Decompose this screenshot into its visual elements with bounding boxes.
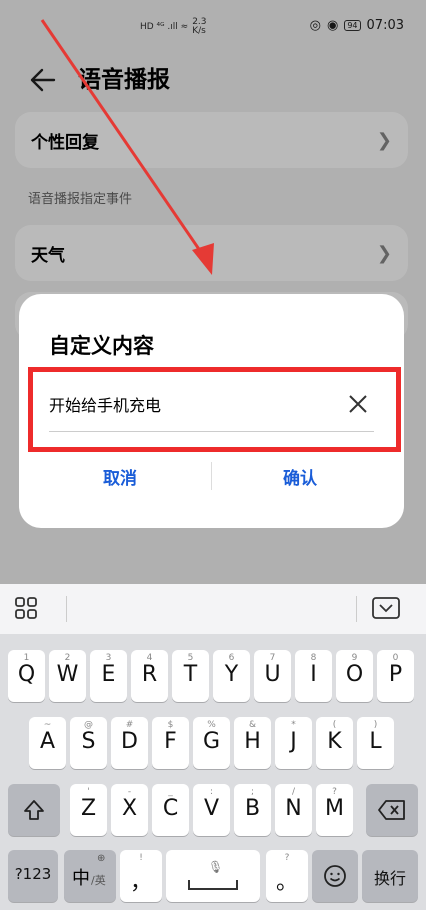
key-k[interactable]: (K: [316, 717, 353, 769]
key-p[interactable]: 0P: [377, 650, 414, 702]
key-label: C: [162, 796, 179, 821]
backspace-key[interactable]: [366, 784, 418, 836]
numbers-key[interactable]: ?123: [8, 850, 58, 902]
space-bar-icon: [188, 880, 238, 890]
key-t[interactable]: 5T: [172, 650, 209, 702]
confirm-button[interactable]: 确认: [205, 464, 395, 489]
key-label: Y: [224, 662, 239, 687]
key-h[interactable]: & H: [234, 717, 271, 769]
key-label: L: [369, 729, 382, 754]
key-label: D: [121, 729, 138, 754]
language-switch-key[interactable]: 中 /英 ⊕: [64, 850, 116, 902]
key-o[interactable]: 9O: [336, 650, 373, 702]
key-x[interactable]: -X: [111, 784, 148, 836]
key-w[interactable]: 2W: [49, 650, 86, 702]
emoji-key[interactable]: [312, 850, 358, 902]
key-f[interactable]: $ F: [152, 717, 189, 769]
key-label: I: [310, 662, 317, 687]
key-label: N: [285, 796, 302, 821]
shift-key[interactable]: [8, 784, 60, 836]
backspace-icon: [378, 800, 405, 820]
key-label: H: [244, 729, 261, 754]
cancel-button[interactable]: 取消: [25, 464, 215, 489]
collapse-keyboard-icon[interactable]: [372, 597, 400, 619]
key-j[interactable]: * J: [275, 717, 312, 769]
key-c[interactable]: _ C: [152, 784, 189, 836]
toolbar-divider: [66, 596, 67, 622]
key-label: B: [244, 796, 261, 821]
key-label: S: [81, 729, 96, 754]
key-label: P: [388, 662, 403, 687]
key-y[interactable]: 6Y: [213, 650, 250, 702]
key-d[interactable]: # D: [111, 717, 148, 769]
comma-key[interactable]: ! ，: [120, 850, 162, 902]
key-label: A: [39, 729, 56, 754]
key-label: T: [183, 662, 198, 687]
key-label: Q: [17, 662, 36, 687]
key-label: O: [345, 662, 364, 687]
key-label: J: [290, 729, 297, 754]
key-m[interactable]: ? M: [316, 784, 353, 836]
key-v[interactable]: :V: [193, 784, 230, 836]
key-label: V: [203, 796, 220, 821]
key-label: F: [164, 729, 177, 754]
key-label: X: [121, 796, 138, 821]
shift-icon: [24, 800, 44, 820]
key-u[interactable]: 7U: [254, 650, 291, 702]
key-label: W: [56, 662, 79, 687]
key-l[interactable]: ) L: [357, 717, 394, 769]
globe-icon: ⊕: [97, 853, 106, 864]
key-q[interactable]: 1Q: [8, 650, 45, 702]
key-label: E: [101, 662, 116, 687]
space-key[interactable]: 🎙: [166, 850, 260, 902]
key-s[interactable]: @ S: [70, 717, 107, 769]
key-label: G: [202, 729, 221, 754]
key-e[interactable]: 3E: [90, 650, 127, 702]
microphone-icon[interactable]: 🎙: [208, 860, 223, 874]
key-g[interactable]: % G: [193, 717, 230, 769]
period-key[interactable]: ? 。: [266, 850, 308, 902]
key-n[interactable]: / N: [275, 784, 312, 836]
key-i[interactable]: 8I: [295, 650, 332, 702]
grid-menu-icon[interactable]: [14, 596, 38, 620]
highlight-box: [28, 367, 401, 452]
key-label: R: [141, 662, 158, 687]
key-b[interactable]: ; B: [234, 784, 271, 836]
enter-key[interactable]: 换行: [362, 850, 418, 902]
key-r[interactable]: 4R: [131, 650, 168, 702]
keyboard-toolbar: [0, 584, 426, 634]
key-label: K: [327, 729, 342, 754]
key-z[interactable]: ' Z: [70, 784, 107, 836]
dialog-title: 自定义内容: [49, 334, 154, 358]
key-label: Z: [80, 796, 97, 821]
toolbar-divider: [356, 596, 357, 622]
key-label: U: [264, 662, 281, 687]
key-label: M: [325, 796, 344, 821]
smiley-icon: [324, 865, 346, 887]
key-a[interactable]: ~ A: [29, 717, 66, 769]
